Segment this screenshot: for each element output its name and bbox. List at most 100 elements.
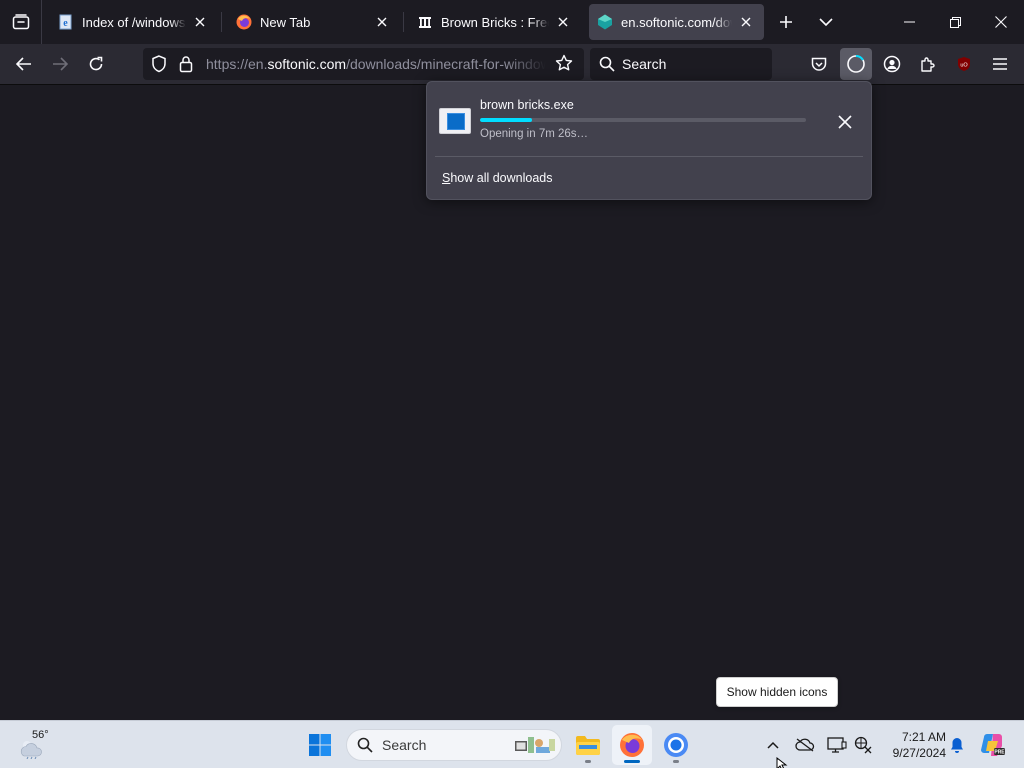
clock[interactable]: 7:21 AM 9/27/2024 [880, 729, 946, 761]
firefox-view-button[interactable] [0, 0, 42, 44]
firefox-view-icon [12, 14, 29, 30]
ublock-origin-button[interactable]: uO [948, 48, 980, 80]
puzzle-icon [921, 57, 935, 72]
tab-title: New Tab [260, 14, 311, 30]
network-disconnected-icon [854, 736, 872, 754]
lock-icon[interactable] [179, 55, 193, 78]
download-progress-icon [847, 55, 865, 73]
pocket-icon [811, 57, 827, 71]
account-icon [883, 55, 901, 73]
downloads-button[interactable] [840, 48, 872, 80]
close-window-button[interactable] [978, 0, 1024, 44]
back-button[interactable] [8, 48, 40, 80]
tab-separator [403, 12, 404, 32]
start-button[interactable] [300, 725, 340, 765]
search-placeholder: Search [622, 56, 667, 72]
navigation-toolbar: https://en.softonic.com/downloads/minecr… [0, 44, 1024, 85]
download-file-name[interactable]: brown bricks.exe [480, 98, 574, 112]
copilot-button[interactable]: PRE [977, 729, 1009, 761]
download-progress-fill [480, 118, 533, 122]
taskbar-search-box[interactable]: Search [346, 729, 562, 761]
onedrive-offline-icon [795, 738, 815, 752]
tab-title: Brown Bricks : Free Download [441, 14, 549, 30]
tab-title: Index of /windows/server [82, 14, 186, 30]
search-icon [357, 737, 373, 758]
chevron-down-icon [819, 18, 833, 27]
firefox-taskbar-button[interactable] [612, 725, 652, 765]
show-all-downloads-button[interactable]: Show all downloads [442, 171, 553, 185]
taskbar: 56° Search 7:21 AM 9/27/2024 PRE [0, 720, 1024, 768]
panel-divider [435, 156, 863, 157]
tab-close-icon[interactable] [736, 12, 756, 32]
close-icon [838, 115, 852, 129]
bookmark-star-icon[interactable] [555, 54, 573, 77]
show-all-downloads-label: how all downloads [450, 171, 553, 185]
chrome-icon [664, 733, 688, 757]
weather-widget[interactable]: 56° [16, 727, 56, 763]
url-bar[interactable]: https://en.softonic.com/downloads/minecr… [143, 48, 584, 80]
pocket-button[interactable] [803, 48, 835, 80]
file-explorer-button[interactable] [568, 725, 608, 765]
url-path: /downloads/minecraft-for-windows [346, 56, 546, 72]
restore-button[interactable] [932, 0, 978, 44]
extensions-button[interactable] [912, 48, 944, 80]
back-arrow-icon [16, 57, 31, 71]
tab-close-icon[interactable] [553, 12, 573, 32]
mouse-cursor [776, 756, 788, 768]
taskbar-search-placeholder: Search [382, 737, 427, 753]
firefox-icon [620, 733, 644, 757]
account-button[interactable] [876, 48, 908, 80]
tracking-protection-shield-icon[interactable] [151, 55, 167, 78]
search-icon [599, 56, 615, 77]
new-tab-button[interactable] [772, 8, 800, 36]
svg-text:PRE: PRE [994, 750, 1005, 756]
restore-icon [949, 16, 961, 28]
search-bar[interactable]: Search [590, 48, 772, 80]
running-indicator [673, 760, 679, 763]
close-icon [995, 16, 1007, 28]
notifications-button[interactable] [943, 729, 971, 761]
svg-text:uO: uO [960, 63, 968, 69]
clock-date: 9/27/2024 [892, 746, 946, 760]
onedrive-tray-button[interactable] [791, 729, 819, 761]
tab-softonic[interactable]: en.softonic.com/downloads/minecraft [589, 4, 764, 40]
tab-close-icon[interactable] [372, 12, 392, 32]
tab-new-tab[interactable]: New Tab [228, 4, 400, 40]
network-tray-button[interactable] [849, 729, 877, 761]
chevron-up-icon [767, 741, 779, 749]
chrome-taskbar-button[interactable] [656, 725, 696, 765]
downloads-panel: brown bricks.exe Opening in 7m 26s… Show… [426, 81, 872, 200]
reload-icon [89, 56, 103, 71]
tab-brown-bricks[interactable]: Brown Bricks : Free Download [409, 4, 581, 40]
forward-button[interactable] [44, 48, 76, 80]
running-indicator [585, 760, 591, 763]
firefox-icon [236, 14, 252, 30]
softonic-icon [597, 14, 613, 30]
reload-button[interactable] [80, 48, 112, 80]
active-indicator [624, 760, 640, 763]
list-all-tabs-button[interactable] [812, 8, 840, 36]
tab-index-of-windows-server[interactable]: e Index of /windows/server [50, 4, 218, 40]
plus-icon [780, 16, 792, 28]
clock-time: 7:21 AM [901, 730, 946, 744]
app-menu-button[interactable] [984, 48, 1016, 80]
monitor-icon [827, 737, 847, 753]
copilot-icon: PRE [981, 734, 1005, 756]
weather-temperature: 56° [32, 729, 49, 741]
archive-org-icon [417, 14, 433, 30]
forward-arrow-icon [53, 57, 68, 71]
svg-text:e: e [63, 18, 68, 29]
tab-close-icon[interactable] [190, 12, 210, 32]
tab-title: en.softonic.com/downloads/minecraft [621, 14, 732, 30]
ublock-origin-icon: uO [958, 57, 970, 71]
download-status: Opening in 7m 26s… [480, 128, 589, 140]
url-domain: softonic.com [267, 56, 347, 72]
minimize-button[interactable] [886, 0, 932, 44]
display-tray-button[interactable] [823, 729, 851, 761]
hamburger-menu-icon [993, 58, 1007, 70]
tab-separator [221, 12, 222, 32]
cancel-download-button[interactable] [831, 108, 859, 136]
url-text[interactable]: https://en.softonic.com/downloads/minecr… [206, 48, 546, 80]
bell-icon [951, 738, 963, 753]
windows-logo-icon [309, 734, 331, 756]
